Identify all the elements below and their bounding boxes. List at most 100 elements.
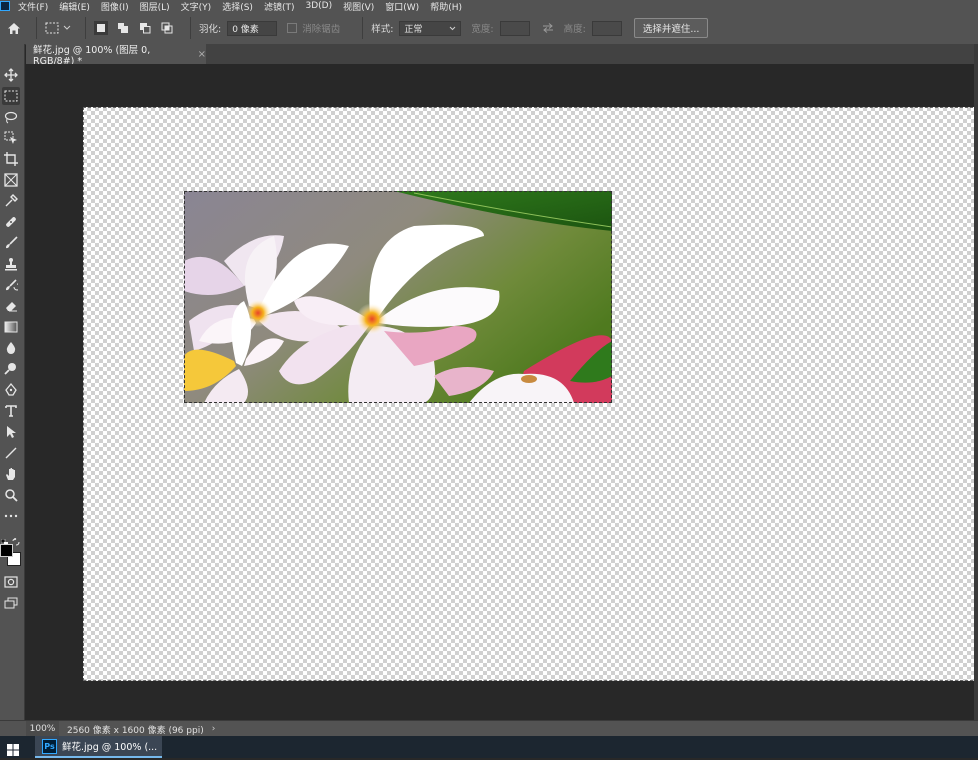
pen-tool[interactable] xyxy=(2,381,20,399)
divider xyxy=(85,17,86,39)
chevron-down-icon xyxy=(63,25,71,30)
document-tab-bar: 鲜花.jpg @ 100% (图层 0, RGB/8#) * × xyxy=(26,44,978,67)
lasso-tool[interactable] xyxy=(2,108,20,126)
divider xyxy=(190,17,191,39)
frame-tool-icon xyxy=(4,173,18,187)
marquee-tool[interactable] xyxy=(2,87,20,105)
swap-icon[interactable] xyxy=(542,23,554,33)
close-tab-button[interactable]: × xyxy=(198,49,206,60)
menu-type[interactable]: 文字(Y) xyxy=(181,0,212,13)
document-info: 2560 像素 x 1600 像素 (96 ppi) xyxy=(67,725,204,736)
marquee-preset-icon xyxy=(45,22,59,34)
hand-tool[interactable] xyxy=(2,465,20,483)
menu-window[interactable]: 窗口(W) xyxy=(385,0,419,13)
style-select-value: 正常 xyxy=(404,24,423,35)
width-input[interactable] xyxy=(499,20,530,36)
quick-mask-icon xyxy=(4,576,18,588)
menu-filter[interactable]: 滤镜(T) xyxy=(264,0,295,13)
menu-edit[interactable]: 编辑(E) xyxy=(59,0,90,13)
history-brush-icon xyxy=(6,279,18,291)
dodge-tool[interactable] xyxy=(2,360,20,378)
stamp-tool[interactable] xyxy=(2,255,20,273)
height-input[interactable] xyxy=(591,20,622,36)
screen-mode-button[interactable] xyxy=(2,594,20,612)
new-selection-icon xyxy=(97,24,105,32)
object-select-icon xyxy=(4,131,17,144)
healing-brush-tool[interactable] xyxy=(2,213,20,231)
flower-photo[interactable] xyxy=(184,191,612,403)
brush-tool[interactable] xyxy=(2,234,20,252)
intersect-selection-button[interactable] xyxy=(160,21,174,35)
stamp-tool-icon xyxy=(5,258,17,271)
taskbar-photoshop-item[interactable]: Ps 鲜花.jpg @ 100% (... xyxy=(35,736,162,758)
flower-photo-image xyxy=(184,191,612,403)
menu-3d[interactable]: 3D(D) xyxy=(305,1,332,11)
more-tools[interactable] xyxy=(2,507,20,525)
eraser-icon xyxy=(6,302,17,312)
history-brush-tool[interactable] xyxy=(2,276,20,294)
gradient-tool[interactable] xyxy=(2,318,20,336)
add-selection-button[interactable] xyxy=(116,21,130,35)
crop-tool-icon xyxy=(4,152,18,166)
eraser-tool[interactable] xyxy=(2,297,20,315)
hand-tool-icon xyxy=(6,468,15,480)
menu-help[interactable]: 帮助(H) xyxy=(430,0,462,13)
home-button[interactable] xyxy=(0,22,28,35)
crop-tool[interactable] xyxy=(2,150,20,168)
document-tab[interactable]: 鲜花.jpg @ 100% (图层 0, RGB/8#) * × xyxy=(26,44,206,67)
taskbar-item-label: 鲜花.jpg @ 100% (... xyxy=(62,742,158,753)
dodge-icon xyxy=(4,363,16,375)
antialias-label: 消除锯齿 xyxy=(302,24,341,35)
menu-layer[interactable]: 图层(L) xyxy=(140,0,170,13)
lasso-tool-icon xyxy=(4,111,18,124)
feather-input[interactable]: 0 像素 xyxy=(227,20,278,36)
eyedropper-icon xyxy=(5,194,18,207)
options-bar: 羽化: 0 像素 消除锯齿 样式: 正常 宽度: 高度: 选择并遮住... xyxy=(0,12,978,45)
width-label: 宽度: xyxy=(471,24,494,35)
status-bar: 100% 2560 像素 x 1600 像素 (96 ppi) › xyxy=(0,720,978,737)
document-canvas[interactable] xyxy=(83,107,978,681)
status-menu-arrow[interactable]: › xyxy=(212,724,216,734)
windows-taskbar: Ps 鲜花.jpg @ 100% (... xyxy=(0,736,978,758)
windows-start-button[interactable] xyxy=(7,741,19,756)
feather-label: 羽化: xyxy=(199,24,222,35)
default-colors-button[interactable] xyxy=(0,531,8,546)
menu-view[interactable]: 视图(V) xyxy=(343,0,374,13)
antialias-checkbox[interactable] xyxy=(287,23,298,33)
divider xyxy=(362,17,364,39)
swap-colors-button[interactable] xyxy=(12,531,20,546)
add-selection-icon xyxy=(118,23,128,33)
pen-tool-icon xyxy=(5,383,17,396)
frame-tool[interactable] xyxy=(2,171,20,189)
windows-logo-icon xyxy=(7,744,19,756)
divider xyxy=(36,17,37,39)
type-tool[interactable] xyxy=(2,402,20,420)
move-tool-icon xyxy=(4,68,18,82)
path-select-tool[interactable] xyxy=(2,423,20,441)
subtract-selection-button[interactable] xyxy=(138,21,152,35)
menu-image[interactable]: 图像(I) xyxy=(101,0,129,13)
screen-mode-icon xyxy=(4,597,18,609)
workspace[interactable] xyxy=(25,64,978,720)
style-select[interactable]: 正常 xyxy=(399,20,462,36)
subtract-selection-icon xyxy=(140,23,151,34)
swap-colors-icon xyxy=(12,537,20,546)
app-logo-icon xyxy=(0,1,10,11)
quick-mask-button[interactable] xyxy=(2,573,20,591)
eyedropper-tool[interactable] xyxy=(2,192,20,210)
menu-select[interactable]: 选择(S) xyxy=(222,0,253,13)
menu-file[interactable]: 文件(F) xyxy=(18,0,48,13)
new-selection-button[interactable] xyxy=(94,21,108,35)
blur-tool[interactable] xyxy=(2,339,20,357)
zoom-tool[interactable] xyxy=(2,486,20,504)
move-tool[interactable] xyxy=(2,66,20,84)
foreground-color-swatch[interactable] xyxy=(0,544,13,557)
zoom-level-field[interactable]: 100% xyxy=(26,721,59,737)
more-tools-icon xyxy=(4,514,18,518)
line-tool-icon xyxy=(5,447,17,459)
blur-drop-icon xyxy=(6,342,16,354)
tool-preset-picker[interactable] xyxy=(45,22,71,34)
line-tool[interactable] xyxy=(2,444,20,462)
object-select-tool[interactable] xyxy=(2,129,20,147)
select-and-mask-button[interactable]: 选择并遮住... xyxy=(633,18,709,38)
